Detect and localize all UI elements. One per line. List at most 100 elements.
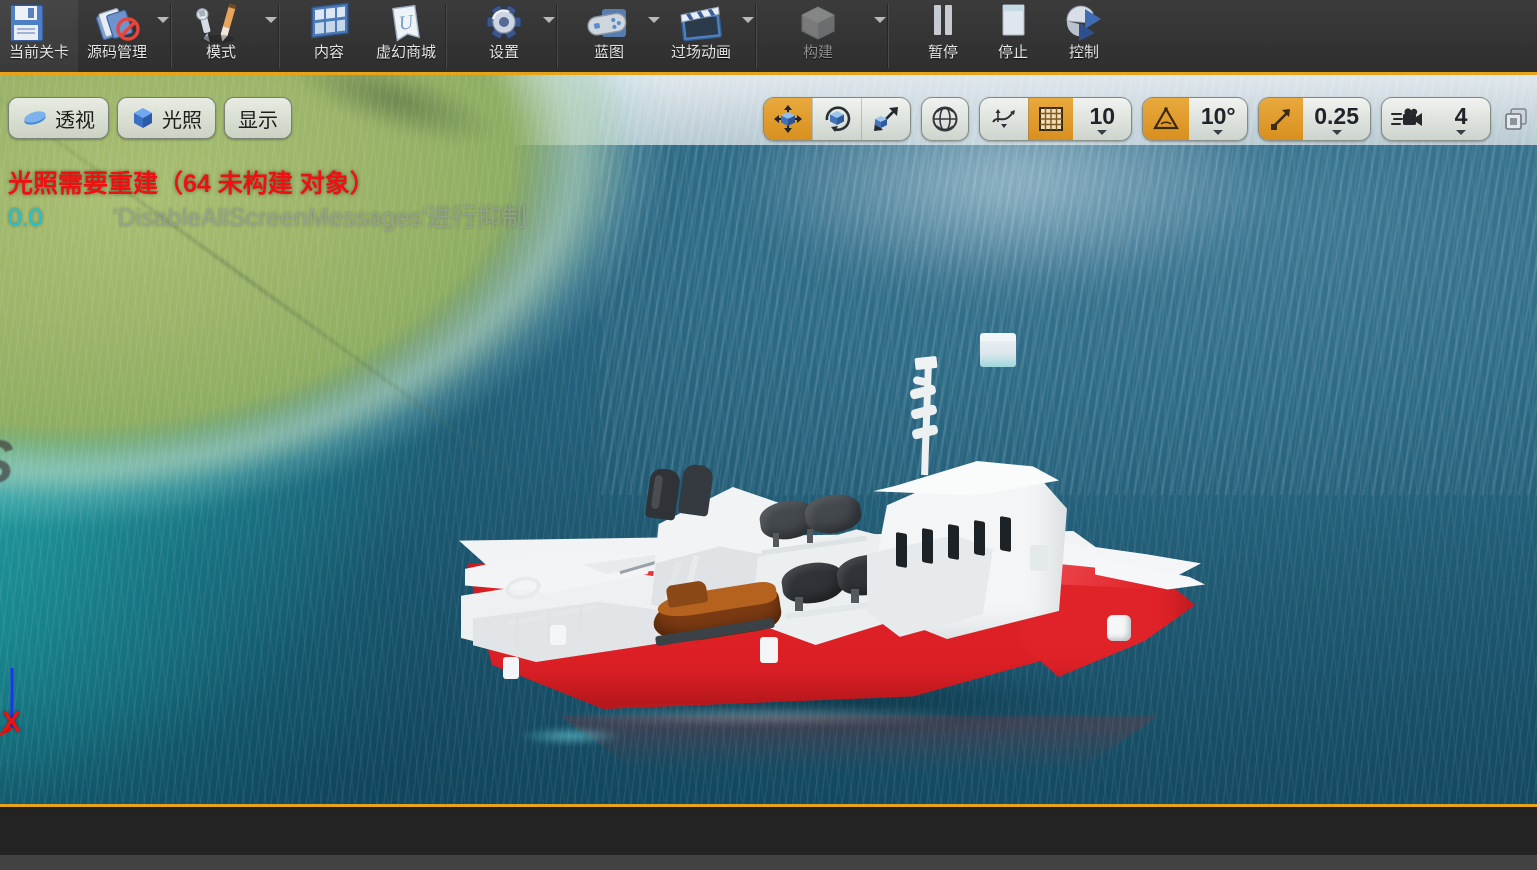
- angle-snap-value[interactable]: 10°: [1189, 98, 1247, 140]
- settings-dropdown[interactable]: [542, 0, 556, 72]
- toolbar-item-label: 构建: [803, 44, 834, 61]
- viewport-3d-scene[interactable]: Supplay Vessel: [0, 75, 1537, 804]
- perspective-camera-icon: [22, 108, 48, 128]
- level-viewport[interactable]: Supplay Vessel: [0, 72, 1537, 807]
- content-browser-button[interactable]: 内容: [278, 0, 367, 72]
- surface-snap-icon: [989, 104, 1019, 134]
- toolbar-item-label: 过场动画: [671, 44, 732, 61]
- scale-gizmo-button[interactable]: [861, 98, 910, 140]
- chevron-down-icon: [1097, 129, 1108, 135]
- axis-label-x: X: [2, 706, 21, 737]
- maximize-viewport-button[interactable]: [1501, 104, 1531, 134]
- toolbar-item-label: 暂停: [928, 44, 959, 61]
- viewport-perspective-button[interactable]: 透视: [8, 97, 109, 139]
- toolbar-item-label: 内容: [314, 44, 345, 61]
- viewport-show-button[interactable]: 显示: [224, 97, 292, 139]
- camera-speed-value[interactable]: 4: [1432, 98, 1490, 140]
- ship-bridge-window: [948, 523, 959, 561]
- main-toolbar: 当前关卡 源码管理 模式 内容 U 虚幻商城 设置 蓝图 过场动画 构建 暂停 …: [0, 0, 1537, 72]
- scale-snap-value-text: 0.25: [1314, 102, 1359, 129]
- build-dropdown[interactable]: [873, 0, 887, 72]
- cinematics-button[interactable]: 过场动画: [661, 0, 741, 72]
- viewport-left-toolbar: 透视 光照 显示: [8, 97, 292, 139]
- ship-tank-support: [807, 529, 813, 543]
- camera-speed-icon: [1391, 107, 1423, 131]
- toolbar-item-label: 设置: [489, 44, 520, 61]
- toolbar-item-label: 源码管理: [87, 44, 148, 61]
- camera-speed-button[interactable]: [1382, 98, 1432, 140]
- viewport-axis-gizmo: Z X Y: [0, 640, 102, 760]
- scale-snap-value[interactable]: 0.25: [1303, 98, 1370, 140]
- viewport-lit-button[interactable]: 光照: [117, 97, 216, 139]
- ship-mast-antenna: [914, 355, 938, 371]
- scale-snap-arrow-icon: [1268, 106, 1294, 132]
- grid-snap-value[interactable]: 10: [1073, 98, 1131, 140]
- source-control-icon: [87, 0, 147, 46]
- surface-snap-button[interactable]: [980, 98, 1028, 140]
- chevron-down-icon: [157, 17, 170, 23]
- grid-snap-button[interactable]: [1028, 98, 1074, 140]
- maximize-restore-icon: [1503, 106, 1529, 132]
- bottom-panel[interactable]: [0, 810, 1537, 855]
- scale-snap-group: 0.25: [1258, 97, 1371, 141]
- build-button[interactable]: 构建: [755, 0, 873, 72]
- toolbar-item-label: 模式: [206, 44, 237, 61]
- source-control-dropdown[interactable]: [156, 0, 170, 72]
- settings-button[interactable]: 设置: [445, 0, 542, 72]
- toolbar-group-modes: 模式: [170, 0, 278, 72]
- toolbar-group-content: 内容 U 虚幻商城: [278, 0, 445, 72]
- ship-deck-bollard: [760, 637, 778, 663]
- chevron-down-icon: [1213, 129, 1224, 135]
- possess-eject-button[interactable]: 控制: [1048, 0, 1120, 72]
- ship-bridge-window: [1000, 515, 1011, 553]
- transform-gizmo-group: [763, 97, 912, 141]
- cinematics-dropdown[interactable]: [741, 0, 755, 72]
- angle-snap-button[interactable]: [1143, 98, 1190, 140]
- pause-icon: [917, 0, 969, 46]
- chevron-down-icon: [648, 17, 661, 23]
- supply-vessel-ship[interactable]: [455, 355, 1215, 779]
- toolbar-item-label: 蓝图: [594, 44, 625, 61]
- blueprints-dropdown[interactable]: [647, 0, 661, 72]
- viewport-button-label: 光照: [162, 109, 202, 132]
- save-level-icon: [11, 0, 67, 46]
- toolbar-item-label: 停止: [998, 44, 1029, 61]
- source-control-button[interactable]: 源码管理: [78, 0, 156, 72]
- ship-bridge-door: [1030, 545, 1048, 571]
- unreal-editor-window: 当前关卡 源码管理 模式 内容 U 虚幻商城 设置 蓝图 过场动画 构建 暂停 …: [0, 0, 1537, 870]
- cinematics-clapper-icon: [670, 0, 732, 46]
- viewport-right-toolbar: 10 10° 0.25 4: [763, 97, 1531, 141]
- modes-button[interactable]: 模式: [170, 0, 264, 72]
- coordinate-system-group: [921, 97, 970, 141]
- status-bar[interactable]: [0, 855, 1537, 870]
- toolbar-group-blueprint: 蓝图 过场动画: [556, 0, 755, 72]
- ship-exhaust-funnel: [644, 467, 682, 521]
- scale-gizmo-icon: [871, 104, 901, 134]
- ship-tank-support: [851, 589, 859, 603]
- marketplace-button[interactable]: U 虚幻商城: [367, 0, 445, 72]
- modes-dropdown[interactable]: [264, 0, 278, 72]
- viewport-button-label: 透视: [55, 109, 95, 132]
- build-cube-icon: [789, 0, 847, 46]
- rotate-gizmo-button[interactable]: [812, 98, 861, 140]
- ship-stern-wake: [495, 723, 645, 749]
- world-space-button[interactable]: [922, 98, 968, 140]
- chevron-down-icon: [1331, 129, 1342, 135]
- move-gizmo-icon: [773, 104, 803, 134]
- ship-bridge-window: [922, 527, 933, 565]
- save-current-level-button[interactable]: 当前关卡: [0, 0, 79, 72]
- scale-snap-button[interactable]: [1259, 98, 1304, 140]
- ship-aft-rail-post: [579, 604, 583, 636]
- translate-gizmo-button[interactable]: [764, 98, 813, 140]
- stop-button[interactable]: 停止: [978, 0, 1048, 72]
- ship-deck-bollard: [503, 657, 519, 679]
- lit-cube-icon: [131, 106, 155, 130]
- pause-button[interactable]: 暂停: [887, 0, 978, 72]
- content-browser-icon: [300, 0, 358, 46]
- chevron-down-icon: [874, 17, 887, 23]
- blueprints-button[interactable]: 蓝图: [556, 0, 647, 72]
- toolbar-group-play: 暂停 停止 控制: [887, 0, 1120, 72]
- angle-snap-value-text: 10°: [1200, 102, 1236, 129]
- chevron-down-icon: [543, 17, 556, 23]
- angle-icon: [1152, 106, 1180, 132]
